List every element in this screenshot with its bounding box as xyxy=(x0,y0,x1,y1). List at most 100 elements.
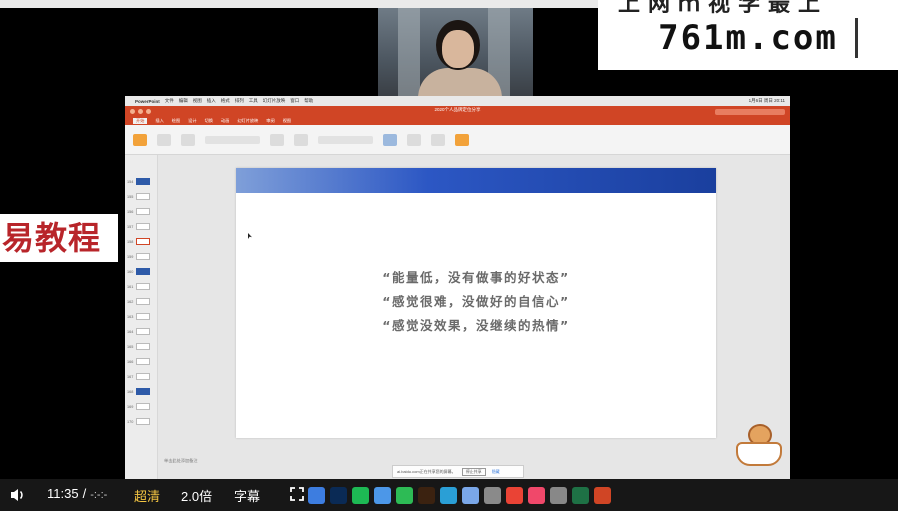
slide-thumbnail-preview xyxy=(136,328,151,335)
tab-slideshow[interactable]: 幻灯片放映 xyxy=(237,118,258,124)
slide-thumbnail[interactable]: 169 xyxy=(127,403,151,410)
menu-view[interactable]: 视图 xyxy=(193,98,202,104)
slide-thumbnail-preview xyxy=(136,283,151,290)
slide-thumbnail[interactable]: 170 xyxy=(127,418,151,425)
tab-design[interactable]: 设计 xyxy=(188,118,196,124)
slide-thumbnail[interactable]: 164 xyxy=(127,328,151,335)
font-selector[interactable] xyxy=(205,135,260,144)
slide-number: 161 xyxy=(127,284,134,289)
slide-number: 165 xyxy=(127,344,134,349)
wechat-icon[interactable] xyxy=(396,486,413,504)
designer-icon[interactable] xyxy=(455,133,469,146)
notification-text: ai.baidu.com正在共享您的屏幕。 xyxy=(397,468,456,474)
slide-thumbnail[interactable]: 166 xyxy=(127,358,151,365)
total-time: -:-:- xyxy=(90,489,108,501)
menu-insert[interactable]: 插入 xyxy=(207,98,216,104)
current-time: 11:35 xyxy=(47,486,79,501)
powerpoint-window: PowerPoint 文件 编辑 视图 插入 格式 排列 工具 幻灯片放映 窗口… xyxy=(125,96,790,480)
slide-thumbnails: 154 155 156 157 158 159 160 161 162 163 164 165 166 1… xyxy=(125,155,158,480)
ribbon-tabs: 开始 插入 绘图 设计 切换 动画 幻灯片放映 审阅 视图 xyxy=(125,117,790,125)
document-title: 2020个人品牌定位分享 xyxy=(434,107,481,112)
qq-icon[interactable] xyxy=(440,486,457,504)
arrange-icon[interactable] xyxy=(407,133,421,146)
bold-icon[interactable] xyxy=(270,133,284,146)
tab-home[interactable]: 开始 xyxy=(133,118,148,124)
speed-button[interactable]: 2.0倍 xyxy=(181,486,212,505)
ps-icon[interactable] xyxy=(330,486,347,504)
menu-app-name[interactable]: PowerPoint xyxy=(135,99,160,104)
slide-number: 159 xyxy=(127,254,134,259)
tools-icon[interactable] xyxy=(484,486,501,504)
slide-thumbnail[interactable]: 160 xyxy=(127,268,151,275)
slide-thumbnail[interactable]: 161 xyxy=(127,283,151,290)
settings-icon[interactable] xyxy=(550,486,567,504)
menu-help[interactable]: 帮助 xyxy=(304,98,313,104)
current-slide[interactable]: “能量低，没有做事的好状态” “感觉很难，没做好的自信心” “感觉没效果，没继续… xyxy=(236,168,716,438)
menu-tools[interactable]: 工具 xyxy=(249,98,258,104)
menu-edit[interactable]: 编辑 xyxy=(179,98,188,104)
slide-thumbnail-preview xyxy=(136,298,151,305)
quick-styles-icon[interactable] xyxy=(431,133,445,146)
subtitle-button[interactable]: 字幕 xyxy=(234,486,260,505)
menu-file[interactable]: 文件 xyxy=(165,98,174,104)
launcher-icon[interactable] xyxy=(462,486,479,504)
tab-review[interactable]: 审阅 xyxy=(266,118,274,124)
menu-slideshow[interactable]: 幻灯片放映 xyxy=(263,98,286,104)
tab-draw[interactable]: 绘图 xyxy=(172,118,180,124)
paste-icon[interactable] xyxy=(133,133,147,146)
slide-thumbnail-preview xyxy=(136,358,151,365)
slide-number: 168 xyxy=(127,389,134,394)
excel-icon[interactable] xyxy=(572,486,589,504)
slide-thumbnail[interactable]: 163 xyxy=(127,313,151,320)
tab-view[interactable]: 视图 xyxy=(283,118,291,124)
hide-link[interactable]: 隐藏 xyxy=(492,469,500,475)
slide-number: 157 xyxy=(127,224,134,229)
stop-sharing-button[interactable]: 停止共享 xyxy=(461,467,486,476)
slide-thumbnail[interactable]: 157 xyxy=(127,223,151,230)
slide-canvas: “能量低，没有做事的好状态” “感觉很难，没做好的自信心” “感觉没效果，没继续… xyxy=(158,155,790,480)
alignment-controls[interactable] xyxy=(318,135,373,144)
slide-thumbnail-preview xyxy=(136,178,151,185)
slide-thumbnail-preview xyxy=(136,343,151,350)
ribbon-toolbar xyxy=(125,125,790,155)
shapes-icon[interactable] xyxy=(383,133,397,146)
slide-thumbnail-preview xyxy=(136,253,151,260)
spotify-icon[interactable] xyxy=(352,486,369,504)
slide-thumbnail[interactable]: 165 xyxy=(127,343,151,350)
menu-arrange[interactable]: 排列 xyxy=(235,98,244,104)
quote-line-2: “感觉很难，没做好的自信心” xyxy=(382,294,570,309)
slide-thumbnail[interactable]: 155 xyxy=(127,193,151,200)
paragraph-icon[interactable] xyxy=(294,133,308,146)
slide-number: 155 xyxy=(127,194,134,199)
new-slide-icon[interactable] xyxy=(157,133,171,146)
slide-thumbnail[interactable]: 158 xyxy=(127,238,151,245)
notes-placeholder[interactable]: 单击此处添加备注 xyxy=(164,458,198,464)
fullscreen-icon[interactable] xyxy=(290,487,304,501)
chrome-icon[interactable] xyxy=(506,486,523,504)
menu-format[interactable]: 格式 xyxy=(221,98,230,104)
ai-icon[interactable] xyxy=(418,486,435,504)
tab-animations[interactable]: 动画 xyxy=(221,118,229,124)
mail-icon[interactable] xyxy=(374,486,391,504)
music-icon[interactable] xyxy=(528,486,545,504)
finder-icon[interactable] xyxy=(308,486,325,504)
tab-insert[interactable]: 插入 xyxy=(155,118,163,124)
quote-line-3: “感觉没效果，没继续的热情” xyxy=(382,318,570,333)
slide-thumbnail[interactable]: 168 xyxy=(127,388,151,395)
slide-thumbnail-preview xyxy=(136,268,151,275)
slide-thumbnail[interactable]: 154 xyxy=(127,178,151,185)
slide-thumbnail[interactable]: 156 xyxy=(127,208,151,215)
quote-line-1: “能量低，没有做事的好状态” xyxy=(382,270,570,285)
slide-thumbnail[interactable]: 159 xyxy=(127,253,151,260)
slide-thumbnail-preview xyxy=(136,388,151,395)
volume-icon[interactable] xyxy=(10,487,26,503)
powerpoint-icon[interactable] xyxy=(594,486,611,504)
tab-transitions[interactable]: 切换 xyxy=(205,118,213,124)
cat-sticker xyxy=(734,420,784,472)
quality-button[interactable]: 超清 xyxy=(134,486,160,505)
slide-number: 164 xyxy=(127,329,134,334)
layout-icon[interactable] xyxy=(181,133,195,146)
slide-thumbnail[interactable]: 167 xyxy=(127,373,151,380)
menu-window[interactable]: 窗口 xyxy=(290,98,299,104)
slide-thumbnail[interactable]: 162 xyxy=(127,298,151,305)
